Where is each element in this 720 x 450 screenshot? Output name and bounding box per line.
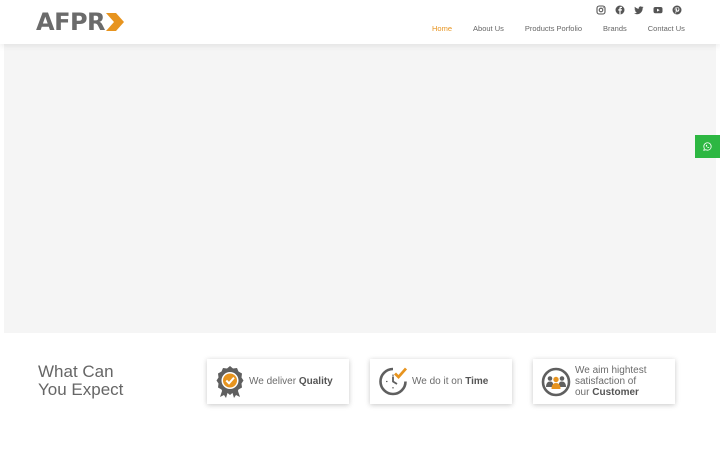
card-text-prefix: We deliver	[249, 376, 299, 387]
heading-line-2: You Expect	[38, 380, 124, 399]
pinterest-icon[interactable]	[672, 5, 682, 15]
card-text-line-1: We aim hightest	[575, 365, 647, 376]
main-nav: Home About Us Products Porfolio Brands C…	[432, 24, 685, 34]
customer-card-text: We aim hightest satisfaction of our Cust…	[575, 365, 647, 398]
card-text-bold: Quality	[298, 376, 333, 387]
card-text-prefix: our	[575, 387, 593, 398]
logo-text: AFPR	[36, 8, 106, 36]
facebook-icon[interactable]	[615, 5, 625, 15]
hero-banner	[4, 44, 716, 333]
what-can-you-expect-heading: What Can You Expect	[38, 363, 123, 399]
social-links	[596, 5, 682, 15]
nav-about-us[interactable]: About Us	[473, 24, 504, 34]
customer-card: We aim hightest satisfaction of our Cust…	[533, 359, 675, 404]
instagram-icon[interactable]	[596, 5, 606, 15]
quality-card-text: We deliver Quality	[249, 376, 333, 387]
card-text-line-2: satisfaction of	[575, 376, 637, 387]
time-card: We do it on Time	[370, 359, 512, 404]
nav-home[interactable]: Home	[432, 24, 452, 34]
nav-contact-us[interactable]: Contact Us	[648, 24, 685, 34]
youtube-icon[interactable]	[653, 5, 663, 15]
whatsapp-icon	[703, 142, 712, 151]
customers-icon	[541, 367, 571, 397]
whatsapp-button[interactable]	[695, 135, 720, 158]
afpr-logo[interactable]: AFPR	[36, 8, 134, 36]
card-text-prefix: We do it on	[412, 376, 466, 387]
clock-check-icon	[379, 367, 408, 396]
twitter-icon[interactable]	[634, 5, 644, 15]
quality-badge-icon	[216, 366, 244, 398]
card-text-line-3: our Customer	[575, 387, 647, 398]
nav-products-portfolio[interactable]: Products Porfolio	[525, 24, 582, 34]
card-text-bold: Customer	[592, 387, 639, 398]
logo-play-icon	[106, 13, 125, 31]
nav-brands[interactable]: Brands	[603, 24, 627, 34]
time-card-text: We do it on Time	[412, 376, 488, 387]
card-text-bold: Time	[465, 376, 489, 387]
heading-line-1: What Can	[38, 362, 114, 381]
site-header: AFPR Home About Us Products Porfolio Bra…	[0, 0, 720, 44]
quality-card: We deliver Quality	[207, 359, 349, 404]
